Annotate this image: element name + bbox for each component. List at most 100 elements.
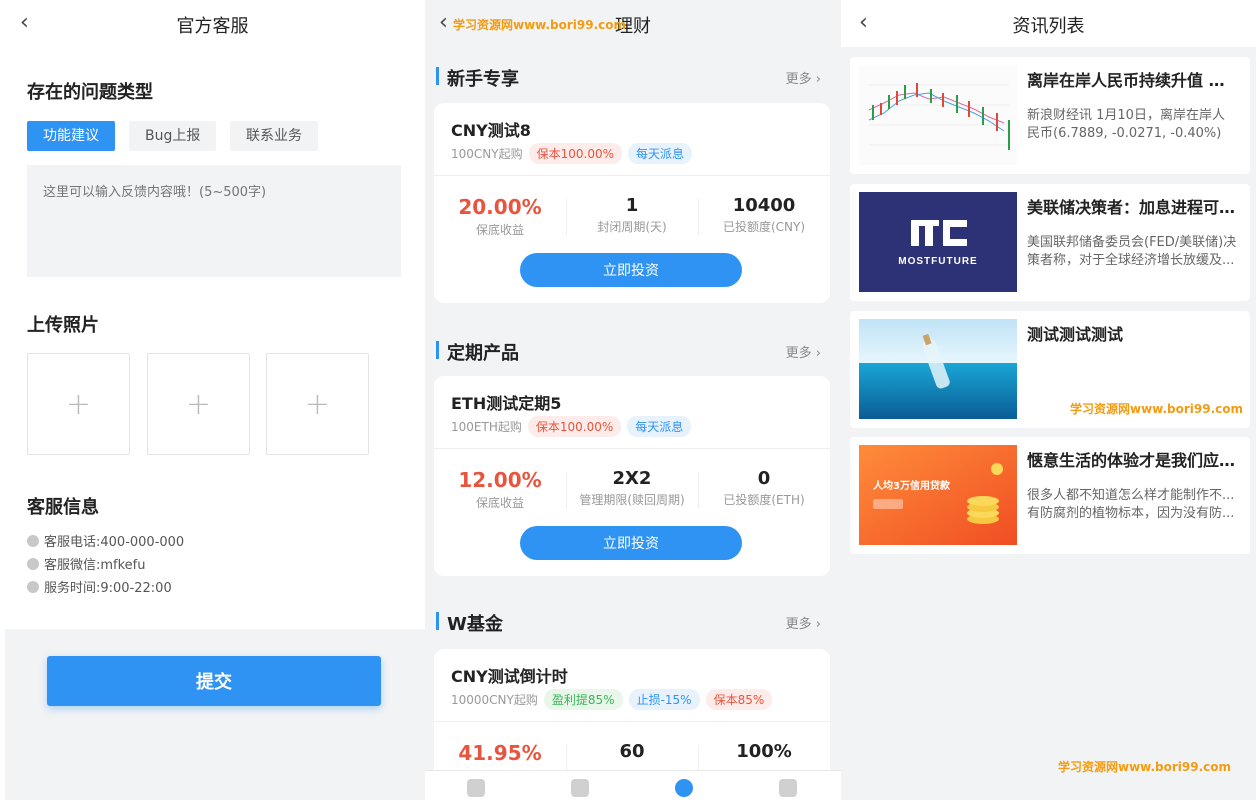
service-phone: 客服电话:400-000-000 [27, 531, 184, 550]
tag-daily-interest: 每天派息 [627, 416, 692, 437]
service-hours: 服务时间:9:00-22:00 [27, 577, 172, 596]
more-link[interactable]: 更多 › [786, 342, 821, 361]
tag-stop-loss: 止损-15% [628, 689, 700, 710]
min-buy: 10000CNY起购 [451, 693, 538, 707]
chip-feature-suggestion[interactable]: 功能建议 [27, 121, 115, 151]
more-label: 更多 [785, 617, 812, 632]
tag-principal: 保本100.00% [527, 416, 622, 437]
upload-slot-2[interactable]: + [147, 353, 250, 455]
tag-principal: 保本85% [705, 689, 773, 710]
min-buy: 100ETH起购 [451, 420, 522, 434]
home-icon[interactable] [467, 779, 485, 797]
product-name: CNY测试8 [451, 121, 531, 140]
chip-bug-report[interactable]: Bug上报 [129, 121, 217, 151]
service-wechat-text: 客服微信:mfkefu [44, 558, 146, 573]
logo-text: MOSTFUTURE [898, 256, 977, 267]
chip-contact-business[interactable]: 联系业务 [230, 121, 318, 151]
stat-value: 0 [757, 468, 771, 489]
upload-slot-3[interactable]: + [266, 353, 369, 455]
invest-button[interactable]: 立即投资 [520, 526, 742, 560]
stat-yield: 20.00% 保底收益 [434, 195, 566, 238]
news-title: 测试测试测试 [1027, 325, 1124, 344]
stat-value: 1 [625, 195, 639, 216]
product-name: ETH测试定期5 [451, 394, 562, 413]
watermark: 学习资源网www.bori99.com [1058, 760, 1232, 774]
chevron-right-icon: › [815, 617, 821, 632]
upload-slot-1[interactable]: + [27, 353, 130, 455]
divider [434, 175, 830, 176]
finance-panel: ‹ 理财 学习资源网www.bori99.com 新手专享 更多 › CNY测试… [425, 0, 841, 800]
stat-period: 60 [566, 741, 698, 781]
plus-icon: + [65, 387, 92, 422]
stat-invested: 0 已投额度(ETH) [698, 468, 830, 511]
clock-icon [27, 580, 39, 593]
product-card[interactable]: ETH测试定期5 100ETH起购 保本100.00% 每天派息 12.00% 保… [434, 376, 830, 576]
news-topbar: ‹ 资讯列表 [841, 0, 1256, 47]
news-item[interactable]: MOSTFUTURE 美联储决策者：加息进程可... 美国联邦储备委员会(FED… [850, 184, 1250, 301]
loan-banner-image: 人均3万信用贷款 [859, 445, 1017, 545]
wechat-icon [27, 557, 39, 570]
plus-icon: + [185, 387, 212, 422]
user-icon[interactable] [779, 779, 797, 797]
submit-button[interactable]: 提交 [47, 656, 381, 706]
more-link[interactable]: 更多 › [786, 613, 821, 632]
news-title: 惬意生活的体验才是我们应... [1027, 451, 1237, 470]
news-item[interactable]: 离岸在岸人民币持续升值 双... 新浪财经讯 1月10日，离岸在岸人民币(6.7… [850, 57, 1250, 174]
chevron-right-icon: › [815, 346, 821, 361]
group-name: 定期产品 [447, 343, 519, 364]
tag-daily-interest: 每天派息 [628, 143, 693, 164]
product-stats: 41.95% 60 100% [434, 741, 830, 781]
upload-title: 上传照片 [27, 315, 99, 336]
news-item[interactable]: 测试测试测试 学习资源网www.bori99.com [850, 311, 1250, 428]
feedback-panel: ‹ 官方客服 存在的问题类型 功能建议 Bug上报 联系业务 上传照片 + + … [0, 0, 425, 800]
plus-icon: + [304, 387, 331, 422]
feedback-topbar: ‹ 官方客服 [0, 0, 425, 47]
page-title: 资讯列表 [1012, 16, 1085, 37]
feedback-textarea[interactable] [27, 165, 401, 277]
stock-chart-image [859, 65, 1017, 165]
stat-label: 已投额度(CNY) [722, 220, 806, 234]
news-item[interactable]: 人均3万信用贷款 惬意生活的体验才是我们应... 很多人都不知道怎么样才能制作不… [850, 437, 1250, 554]
mostfuture-logo-image: MOSTFUTURE [859, 192, 1017, 292]
stat-yield: 12.00% 保底收益 [434, 468, 566, 511]
product-card[interactable]: CNY测试8 100CNY起购 保本100.00% 每天派息 20.00% 保底收… [434, 103, 830, 303]
accent-bar [436, 341, 439, 359]
invest-button[interactable]: 立即投资 [520, 253, 742, 287]
stat-value: 41.95% [458, 741, 542, 765]
product-stats: 12.00% 保底收益 2X2 管理期限(赎回周期) 0 已投额度(ETH) [434, 468, 830, 511]
group-header-fund: W基金 更多 › [436, 610, 831, 635]
footer-area [5, 629, 425, 800]
chevron-right-icon: › [815, 72, 821, 87]
bottom-tabbar [425, 770, 841, 800]
divider [434, 448, 830, 449]
stat-invested: 100% [698, 741, 830, 781]
banner-text: 人均3万信用贷款 [873, 479, 951, 492]
stat-invested: 10400 已投额度(CNY) [698, 195, 830, 238]
stat-value: 20.00% [458, 195, 542, 219]
stat-period: 2X2 管理期限(赎回周期) [566, 468, 698, 511]
group-name: 新手专享 [447, 69, 519, 90]
stat-label: 保底收益 [475, 496, 524, 510]
product-name: CNY测试倒计时 [451, 667, 568, 686]
more-link[interactable]: 更多 › [786, 68, 821, 87]
tag-principal: 保本100.00% [528, 143, 622, 164]
service-wechat: 客服微信:mfkefu [27, 554, 146, 573]
min-buy: 100CNY起购 [451, 147, 523, 161]
stat-value: 100% [736, 741, 792, 762]
stat-label: 封闭周期(天) [597, 220, 667, 234]
news-desc: 很多人都不知道怎么样才能制作不...有防腐剂的植物标本，因为没有防... [1027, 488, 1235, 521]
stat-value: 2X2 [612, 468, 652, 489]
service-phone-text: 客服电话:400-000-000 [44, 535, 185, 550]
finance-icon[interactable] [675, 779, 693, 797]
watermark: 学习资源网www.bori99.com [453, 18, 627, 32]
news-thumbnail: MOSTFUTURE [859, 192, 1017, 292]
divider [434, 721, 830, 722]
finance-topbar: ‹ 理财 学习资源网www.bori99.com [425, 0, 841, 47]
news-title: 美联储决策者：加息进程可... [1027, 198, 1237, 217]
news-desc: 美国联邦储备委员会(FED/美联储)决策者称，对于全球经济增长放缓及... [1027, 235, 1237, 268]
news-thumbnail: 人均3万信用贷款 [859, 445, 1017, 545]
product-tags: 10000CNY起购 盈利提85% 止损-15% 保本85% [451, 689, 778, 710]
issue-type-title: 存在的问题类型 [27, 82, 153, 103]
wallet-icon[interactable] [571, 779, 589, 797]
product-tags: 100CNY起购 保本100.00% 每天派息 [451, 143, 698, 164]
